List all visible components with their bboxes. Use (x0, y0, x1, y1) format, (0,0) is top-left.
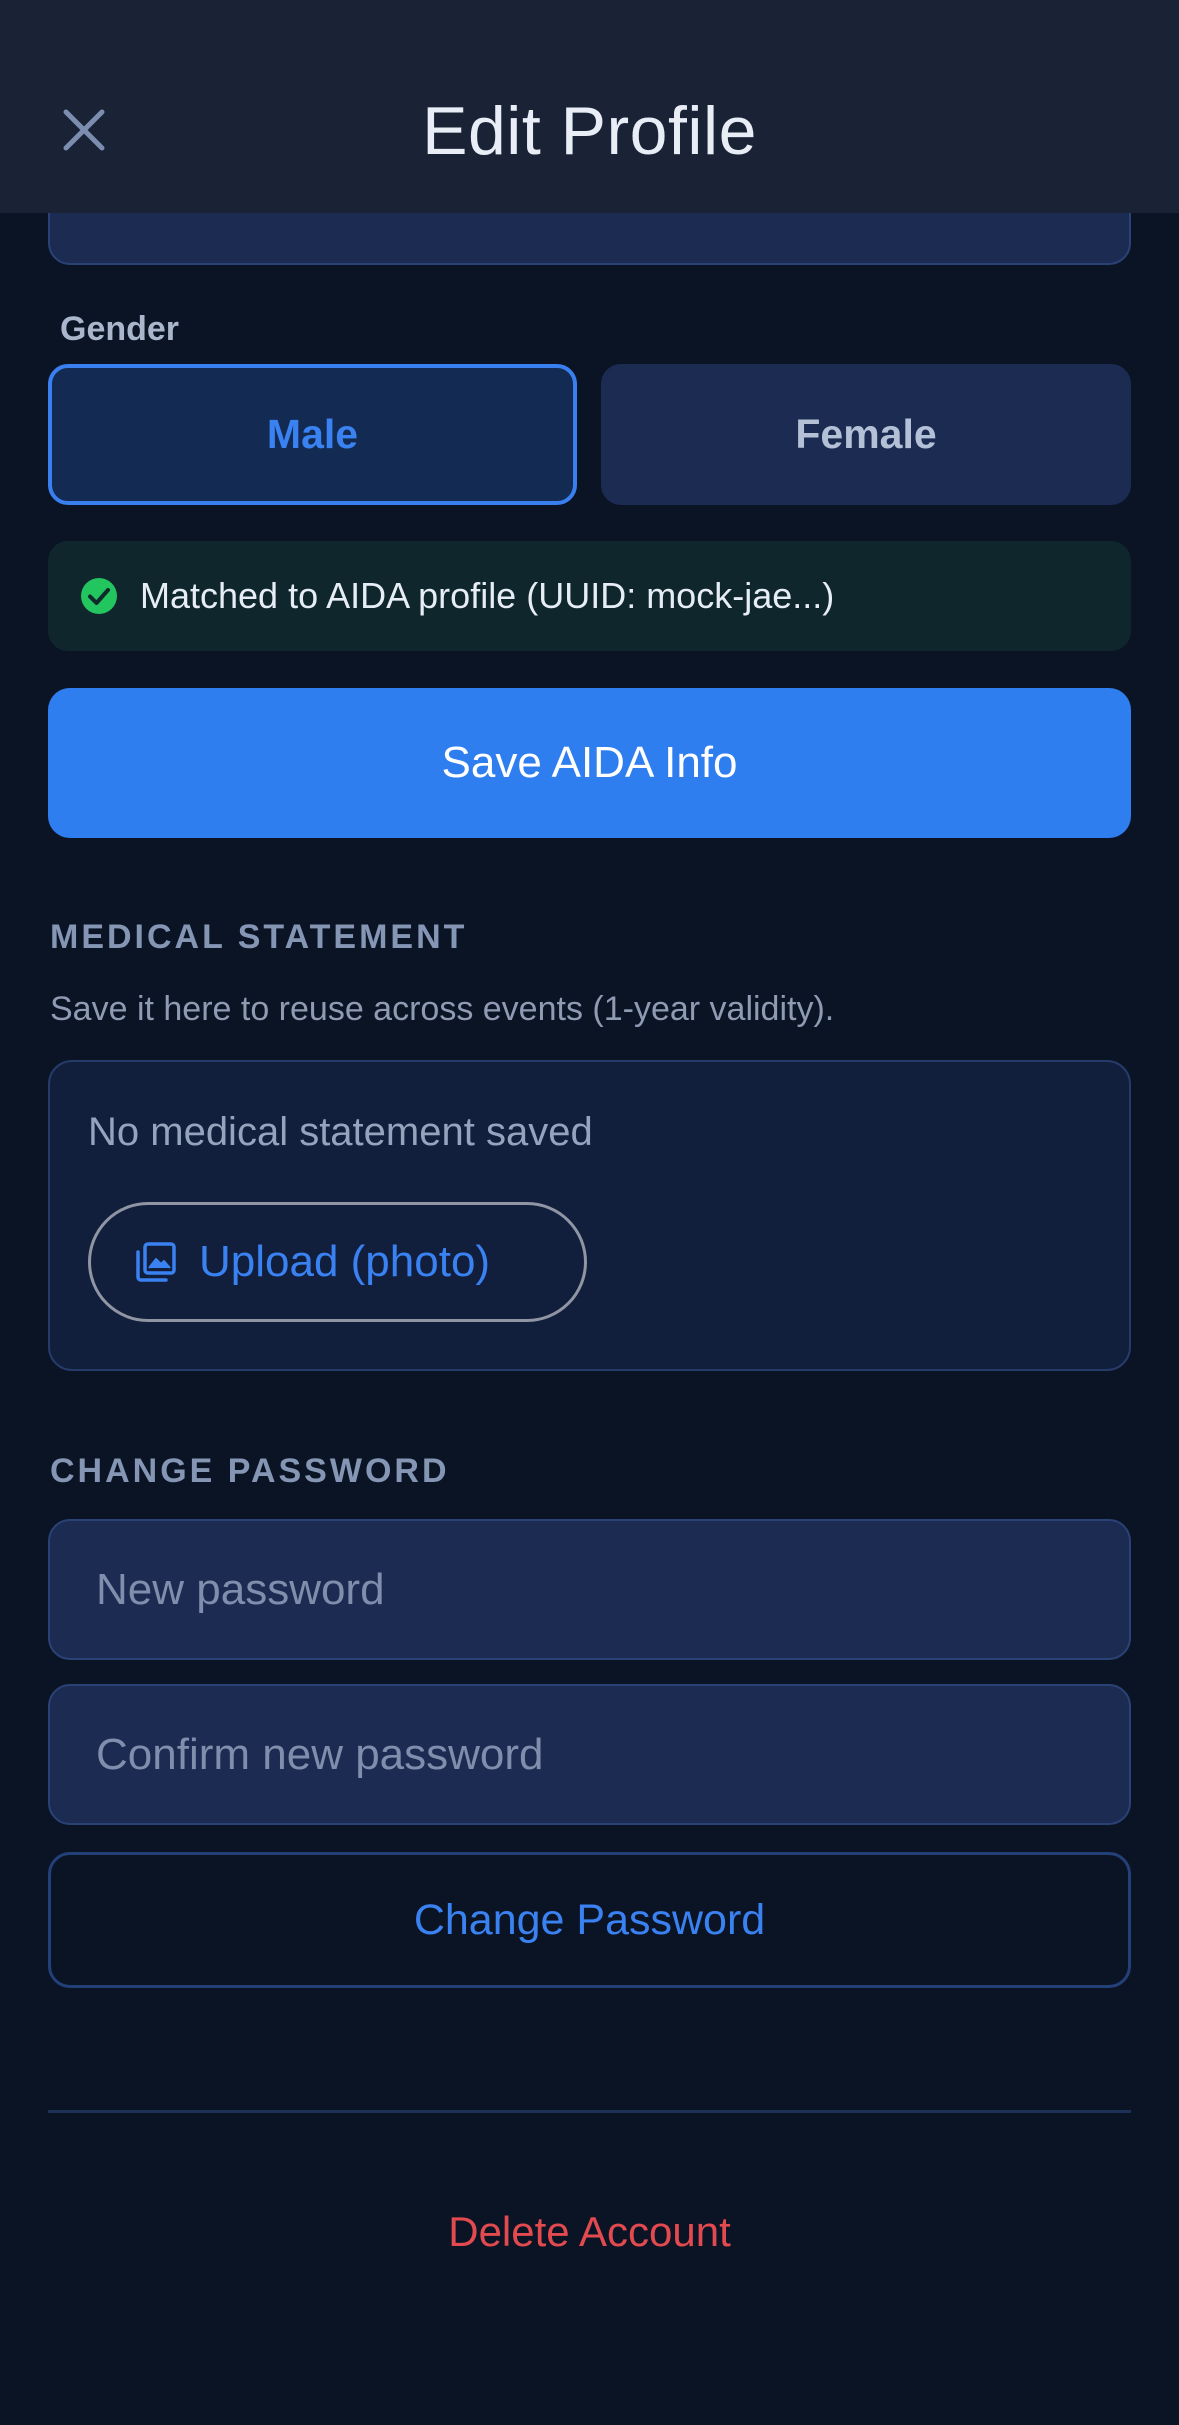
save-aida-button[interactable]: Save AIDA Info (48, 688, 1131, 838)
change-password-button[interactable]: Change Password (48, 1852, 1131, 1988)
divider (48, 2110, 1131, 2113)
upload-photo-label: Upload (photo) (199, 1237, 491, 1286)
gender-option-male[interactable]: Male (48, 364, 577, 505)
upload-photo-button[interactable]: Upload (photo) (88, 1202, 587, 1322)
header-bar: Edit Profile (0, 0, 1179, 213)
medical-statement-description: Save it here to reuse across events (1-y… (50, 990, 835, 1028)
aida-match-banner: Matched to AIDA profile (UUID: mock-jae.… (48, 541, 1131, 651)
delete-account-button[interactable]: Delete Account (0, 2208, 1179, 2256)
photo-library-icon (136, 1242, 176, 1282)
new-password-field[interactable] (48, 1519, 1131, 1660)
gender-option-female[interactable]: Female (601, 364, 1131, 505)
medical-statement-card: No medical statement saved Upload (photo… (48, 1060, 1131, 1371)
edit-profile-screen: Edit Profile Gender Male Female Matched … (0, 0, 1179, 2425)
page-title: Edit Profile (422, 93, 757, 169)
medical-empty-text: No medical statement saved (88, 1110, 593, 1154)
confirm-password-field[interactable] (48, 1684, 1131, 1825)
aida-match-text: Matched to AIDA profile (UUID: mock-jae.… (140, 575, 835, 616)
gender-label: Gender (60, 310, 180, 348)
check-circle-icon (81, 578, 117, 614)
medical-statement-heading: MEDICAL STATEMENT (50, 918, 468, 956)
change-password-heading: CHANGE PASSWORD (50, 1452, 450, 1490)
